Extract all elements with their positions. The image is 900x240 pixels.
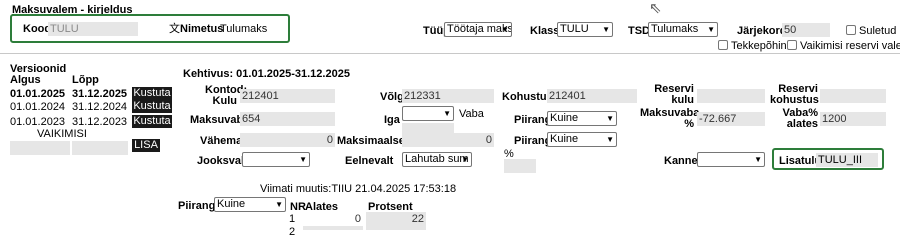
tsd-select[interactable]: Tulumaks ▼: [648, 22, 718, 37]
nimetus-label: Nimetus: [180, 23, 224, 35]
kohustus-field[interactable]: 212401: [547, 89, 637, 103]
piirang-select[interactable]: Kuine ▼: [547, 111, 617, 126]
maksimaalselt-field[interactable]: 0: [402, 133, 494, 147]
lisatulu-field[interactable]: TULU_III: [816, 153, 878, 167]
threshold-alates-field[interactable]: 0: [303, 212, 363, 226]
vahemalt-field[interactable]: 0: [240, 133, 335, 147]
piirang2-select[interactable]: Kuine ▼: [547, 132, 617, 147]
last-modified-text: Viimati muutis:TIIU 21.04.2025 17:53:18: [260, 183, 457, 195]
chevron-down-icon: ▼: [606, 135, 614, 144]
tekkepohine-label: Tekkepõhine: [731, 40, 793, 52]
new-version-start-field[interactable]: [10, 141, 70, 155]
chevron-down-icon: ▼: [299, 155, 307, 164]
version-row-end[interactable]: 31.12.2025: [72, 88, 127, 100]
default-version-label: VAIKIMISI: [37, 128, 87, 140]
jooksvalt-label: Jooksvalt: [197, 155, 248, 167]
bottom-piirang-label: Piirang: [178, 200, 216, 212]
eelnevalt-select-value: Lahutab sum: [405, 153, 469, 165]
eelnevalt-label: Eelnevalt: [345, 155, 394, 167]
chevron-down-icon: ▼: [275, 200, 283, 209]
version-row-start[interactable]: 01.01.2025: [10, 88, 65, 100]
vaikimisi-reserv-label: Vaikimisi reservi valem: [800, 40, 900, 52]
vaikimisi-reserv-checkbox[interactable]: [787, 40, 797, 50]
delete-version-button[interactable]: Kustuta: [132, 100, 172, 113]
tekkepohine-checkbox[interactable]: [718, 40, 728, 50]
translate-icon[interactable]: 文: [169, 23, 180, 35]
suletud-checkbox[interactable]: [846, 25, 856, 35]
eelnevalt-select[interactable]: Lahutab sum ▼: [402, 152, 472, 167]
add-version-button[interactable]: LISA: [132, 139, 160, 152]
threshold-alates-field[interactable]: [303, 226, 363, 230]
pct-field[interactable]: [504, 159, 536, 173]
volg-label: Võlg: [380, 91, 404, 103]
kohustus-label: Kohustus: [502, 91, 553, 103]
version-row-start[interactable]: 01.01.2023: [10, 116, 65, 128]
threshold-protsent-field[interactable]: [366, 226, 426, 230]
suletud-label: Suletud: [859, 25, 897, 37]
mouse-cursor-icon: ⇖: [649, 0, 662, 17]
tsd-label: TSD: [628, 25, 650, 37]
threshold-nr: 2: [289, 226, 296, 238]
chevron-down-icon: ▼: [707, 25, 715, 34]
new-version-end-field[interactable]: [72, 141, 128, 155]
nimetus-field[interactable]: Tulumaks: [218, 22, 278, 36]
delete-version-button[interactable]: Kustuta: [132, 87, 172, 100]
chevron-down-icon: ▼: [754, 155, 762, 164]
kontod-kulu-label: Kontod: Kulu: [205, 84, 248, 107]
maksuvaba-pct-field[interactable]: -72.667: [697, 112, 765, 126]
iga-label: Iga: [384, 114, 400, 126]
iga-select[interactable]: ▼: [402, 106, 454, 121]
kanne-select[interactable]: ▼: [697, 152, 765, 167]
tsd-select-value: Tulumaks: [651, 23, 699, 35]
klass-label: Klass: [530, 25, 560, 37]
reservi-kulu-field[interactable]: [697, 89, 765, 103]
jarjekord-label: Järjekord: [737, 25, 787, 37]
reservi-kohustus-label: Reservi kohustus: [770, 83, 819, 106]
piirang2-label: Piirang: [514, 135, 552, 147]
tuup-select[interactable]: Töötaja maks ▼: [444, 22, 512, 37]
piirang2-select-value: Kuine: [550, 133, 579, 145]
chevron-down-icon: ▼: [443, 109, 451, 118]
reservi-kulu-label: Reservi kulu: [654, 83, 694, 106]
chevron-down-icon: ▼: [461, 155, 469, 164]
klass-select[interactable]: TULU ▼: [557, 22, 613, 37]
maksuvaba-pct-label: Maksuvaba %: [640, 107, 700, 130]
kood-label: Kood: [23, 23, 52, 35]
vaba-label: Vaba: [459, 108, 484, 120]
piirang-select-value: Kuine: [550, 112, 579, 124]
chevron-down-icon: ▼: [501, 25, 509, 34]
maksuvaba-field[interactable]: 654: [240, 112, 335, 126]
chevron-down-icon: ▼: [602, 25, 610, 34]
kood-field[interactable]: TULU: [48, 22, 138, 36]
versions-col-end: Lõpp: [72, 74, 99, 86]
bottom-piirang-select[interactable]: Kuine ▼: [214, 197, 286, 212]
reservi-kohustus-field[interactable]: [820, 89, 886, 103]
header-divider: [0, 53, 900, 54]
lisatulu-label: Lisatulu: [779, 155, 822, 167]
maksimaalselt-label: Maksimaalselt: [337, 135, 412, 147]
jarjekord-field[interactable]: 50: [782, 23, 830, 37]
kontod-kulu-field[interactable]: 212401: [240, 89, 335, 103]
version-row-end[interactable]: 31.12.2023: [72, 116, 127, 128]
chevron-down-icon: ▼: [606, 114, 614, 123]
klass-select-value: TULU: [560, 23, 589, 35]
version-row-start[interactable]: 01.01.2024: [10, 101, 65, 113]
delete-version-button[interactable]: Kustuta: [132, 115, 172, 128]
volg-field[interactable]: 212331: [402, 89, 494, 103]
vaba-pct-label: Vaba% alates: [782, 107, 818, 130]
bottom-piirang-select-value: Kuine: [217, 198, 246, 210]
version-row-end[interactable]: 31.12.2024: [72, 101, 127, 113]
kanne-label: Kanne: [664, 155, 698, 167]
threshold-nr: 1: [289, 213, 296, 225]
piirang-label: Piirang: [514, 114, 552, 126]
vaba-pct-field[interactable]: 1200: [820, 112, 886, 126]
versions-col-start: Algus: [10, 74, 41, 86]
jooksvalt-select[interactable]: ▼: [242, 152, 310, 167]
threshold-protsent-field[interactable]: 22: [366, 212, 426, 226]
validity-label: Kehtivus: 01.01.2025-31.12.2025: [183, 68, 350, 80]
